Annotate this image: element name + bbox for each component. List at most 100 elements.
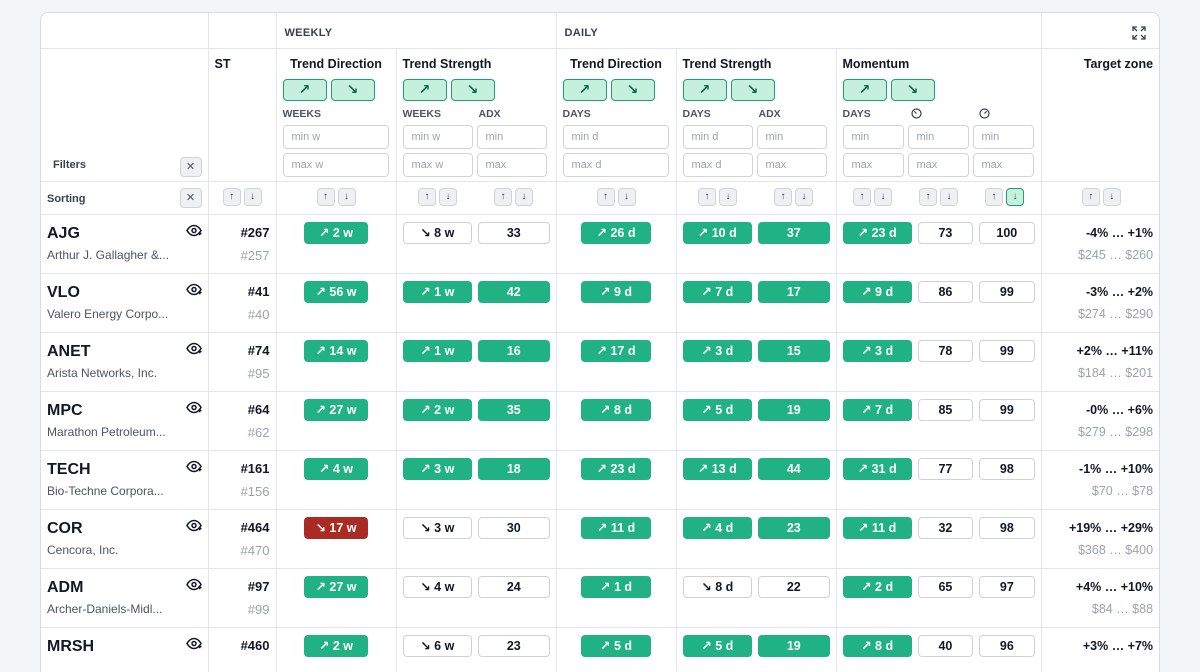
weekly-str-down-toggle[interactable]: ↘: [450, 78, 495, 101]
sort-desc-button[interactable]: ↓: [515, 187, 533, 206]
sort-desc-button[interactable]: ↓: [337, 187, 356, 206]
ticker-symbol[interactable]: MRSH: [47, 638, 202, 656]
daily-trend-strength-pill: ↗ 5 d: [682, 634, 753, 657]
ticker-symbol[interactable]: ADM: [47, 579, 202, 597]
daily-trend-strength-pill: ↗ 7 d: [682, 280, 753, 303]
sort-asc-button[interactable]: ↑: [222, 187, 241, 206]
ticker-symbol[interactable]: TECH: [47, 461, 202, 479]
table-row[interactable]: ANET Arista Networks, Inc. #74 #95 ↗ 14 …: [41, 332, 1159, 392]
watch-eye-icon[interactable]: [185, 224, 202, 237]
daily-dir-down-toggle[interactable]: ↘: [610, 78, 655, 101]
momentum-days-pill: ↗ 3 d: [842, 339, 912, 362]
momentum-a-max-input[interactable]: max: [907, 152, 969, 177]
days-label: DAYS: [842, 107, 871, 120]
momentum-a-min-input[interactable]: min: [907, 124, 969, 149]
ticker-symbol[interactable]: COR: [47, 520, 202, 538]
sort-asc-button[interactable]: ↑: [985, 187, 1004, 206]
ticker-symbol[interactable]: ANET: [47, 343, 202, 361]
weekly-dir-down-toggle[interactable]: ↘: [330, 78, 375, 101]
sort-desc-button[interactable]: ↓: [243, 187, 262, 206]
watch-eye-icon[interactable]: [185, 401, 202, 414]
company-name: Arista Networks, Inc.: [47, 365, 158, 380]
watch-eye-icon[interactable]: [185, 519, 202, 532]
sort-asc-button[interactable]: ↑: [596, 187, 615, 206]
daily-adx-min-input[interactable]: min: [756, 124, 827, 149]
weekly-adx-min-input[interactable]: min: [476, 124, 547, 149]
momentum-down-toggle[interactable]: ↘: [890, 78, 935, 101]
table-row[interactable]: MPC Marathon Petroleum... #64 #62 ↗ 27 w…: [41, 391, 1159, 451]
table-row[interactable]: COR Cencora, Inc. #464 #470 ↘ 17 w ↘ 3 w…: [41, 509, 1159, 569]
weekly-adx-max-input[interactable]: max: [476, 152, 547, 177]
sort-desc-button-active[interactable]: ↓: [1006, 187, 1025, 206]
expand-icon[interactable]: [1132, 26, 1146, 40]
momentum-b-min-input[interactable]: min: [972, 124, 1034, 149]
group-weekly: WEEKLY: [276, 13, 557, 49]
sort-desc-button[interactable]: ↓: [439, 187, 457, 206]
daily-str-up-toggle[interactable]: ↗: [682, 78, 727, 101]
watch-eye-icon[interactable]: [185, 637, 202, 650]
daily-str-max-input[interactable]: max d: [682, 152, 753, 177]
daily-dir-min-input[interactable]: min d: [562, 124, 669, 149]
momentum-days-pill: ↗ 31 d: [842, 457, 912, 480]
weekly-dir-max-input[interactable]: max w: [282, 152, 389, 177]
sort-desc-button[interactable]: ↓: [940, 187, 959, 206]
sort-asc-button[interactable]: ↑: [853, 187, 872, 206]
daily-adx-max-input[interactable]: max: [756, 152, 827, 177]
daily-str-min-input[interactable]: min d: [682, 124, 753, 149]
watch-eye-icon[interactable]: [185, 460, 202, 473]
daily-dir-up-toggle[interactable]: ↗: [562, 78, 607, 101]
clear-filters-button[interactable]: ✕: [179, 156, 202, 177]
target-zone-price: $279 … $298: [1077, 424, 1154, 439]
table-row[interactable]: ADM Archer-Daniels-Midl... #97 #99 ↗ 27 …: [41, 568, 1159, 628]
ticker-symbol[interactable]: MPC: [47, 402, 202, 420]
momentum-days-min-input[interactable]: min: [842, 124, 904, 149]
table-body: AJG Arthur J. Gallagher &... #267 #257 ↗…: [41, 214, 1159, 672]
sort-desc-button[interactable]: ↓: [795, 187, 814, 206]
sort-asc-button[interactable]: ↑: [919, 187, 938, 206]
sort-desc-button[interactable]: ↓: [719, 187, 738, 206]
weekly-adx-pill: 18: [478, 457, 550, 480]
sort-asc-button[interactable]: ↑: [1081, 187, 1100, 206]
momentum-days-max-input[interactable]: max: [842, 152, 904, 177]
target-zone-range: +19% … +29%: [1068, 520, 1154, 535]
daily-trend-strength-pill: ↗ 4 d: [682, 516, 753, 539]
st-rank: #64: [247, 401, 270, 417]
sort-desc-button[interactable]: ↓: [874, 187, 893, 206]
sort-desc-button[interactable]: ↓: [617, 187, 636, 206]
watch-eye-icon[interactable]: [185, 342, 202, 355]
daily-str-down-toggle[interactable]: ↘: [730, 78, 775, 101]
daily-adx-pill: 37: [758, 221, 830, 244]
momentum-b-max-input[interactable]: max: [972, 152, 1034, 177]
sort-asc-button[interactable]: ↑: [774, 187, 793, 206]
weekly-str-max-input[interactable]: max w: [402, 152, 473, 177]
clear-sorting-button[interactable]: ✕: [179, 187, 202, 208]
weekly-trend-strength-pill: ↘ 3 w: [402, 516, 473, 539]
table-row[interactable]: MRSH #460 ↗ 2 w ↘ 6 w 23 ↗ 5 d ↗ 5 d 19 …: [41, 627, 1159, 672]
weekly-dir-up-toggle[interactable]: ↗: [282, 78, 327, 101]
daily-trend-strength-pill: ↗ 10 d: [682, 221, 753, 244]
target-zone-range: +2% … +11%: [1076, 343, 1154, 358]
company-name: Marathon Petroleum...: [47, 424, 166, 439]
watch-eye-icon[interactable]: [185, 578, 202, 591]
daily-dir-max-input[interactable]: max d: [562, 152, 669, 177]
table-row[interactable]: AJG Arthur J. Gallagher &... #267 #257 ↗…: [41, 214, 1159, 274]
weekly-dir-min-input[interactable]: min w: [282, 124, 389, 149]
sort-asc-button[interactable]: ↑: [418, 187, 436, 206]
ticker-symbol[interactable]: VLO: [47, 284, 202, 302]
weekly-str-min-input[interactable]: min w: [402, 124, 473, 149]
company-name: Valero Energy Corpo...: [47, 306, 169, 321]
sort-desc-button[interactable]: ↓: [1102, 187, 1121, 206]
sort-asc-button[interactable]: ↑: [494, 187, 512, 206]
watch-eye-icon[interactable]: [185, 283, 202, 296]
momentum-b-value: 99: [979, 339, 1035, 362]
weekly-str-up-toggle[interactable]: ↗: [402, 78, 447, 101]
sort-asc-button[interactable]: ↑: [316, 187, 335, 206]
daily-adx-pill: 22: [758, 575, 830, 598]
momentum-up-toggle[interactable]: ↗: [842, 78, 887, 101]
weekly-adx-pill: 35: [478, 398, 550, 421]
table-row[interactable]: TECH Bio-Techne Corpora... #161 #156 ↗ 4…: [41, 450, 1159, 510]
daily-trend-direction-pill: ↗ 26 d: [581, 221, 652, 244]
table-row[interactable]: VLO Valero Energy Corpo... #41 #40 ↗ 56 …: [41, 273, 1159, 333]
sort-asc-button[interactable]: ↑: [698, 187, 717, 206]
ticker-symbol[interactable]: AJG: [47, 225, 202, 243]
